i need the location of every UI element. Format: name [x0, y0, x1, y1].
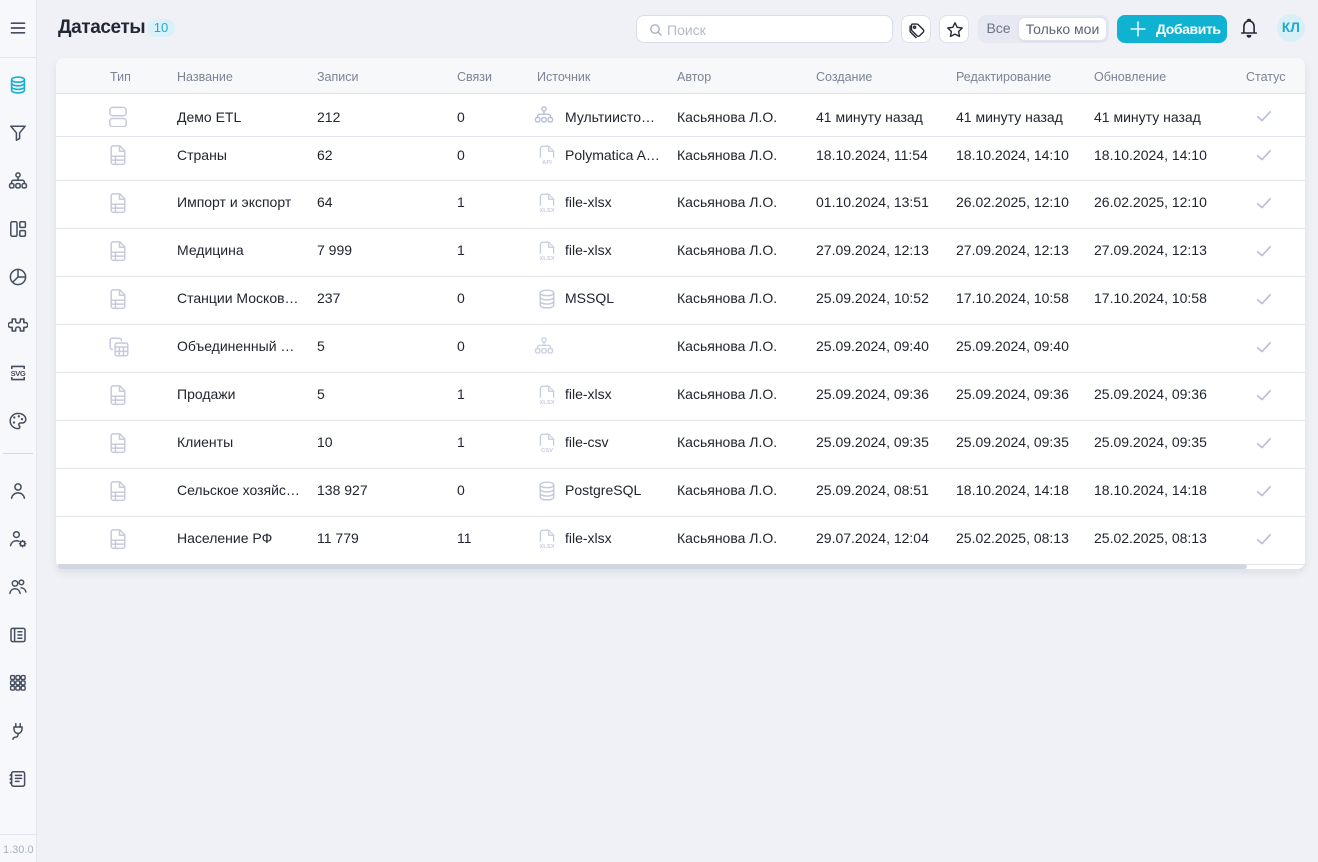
svg-text:CSV: CSV	[541, 448, 553, 454]
svg-text:XLSX: XLSX	[539, 544, 554, 550]
svg-text:XLSX: XLSX	[539, 256, 554, 262]
svg-text:XLSX: XLSX	[539, 208, 554, 214]
svg-text:API: API	[542, 160, 552, 166]
svg-text:SVG: SVG	[11, 369, 26, 378]
svg-text:XLSX: XLSX	[539, 400, 554, 406]
